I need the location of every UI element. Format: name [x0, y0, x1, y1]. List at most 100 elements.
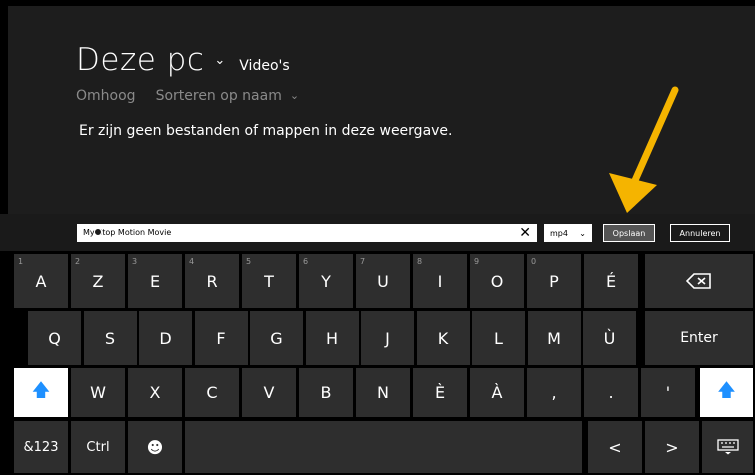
- key-row3[interactable]: ,: [527, 368, 581, 417]
- key-label: ': [665, 383, 671, 402]
- location-header: Deze pc ⌄ Video's: [76, 42, 290, 78]
- key-digit-hint: 3: [132, 257, 138, 266]
- key-row1[interactable]: 6Y: [299, 254, 353, 308]
- enter-key[interactable]: Enter: [645, 311, 753, 365]
- shift-right-key[interactable]: 🡅: [700, 368, 753, 417]
- key-row2[interactable]: G: [250, 311, 303, 365]
- key-row2[interactable]: M: [527, 311, 581, 365]
- key-row2[interactable]: H: [305, 311, 359, 365]
- key-row3[interactable]: X: [128, 368, 182, 417]
- key-row1[interactable]: 7U: [356, 254, 410, 308]
- key-label: E: [149, 271, 161, 291]
- key-label: V: [263, 383, 275, 402]
- key-row3[interactable]: V: [242, 368, 296, 417]
- key-row1[interactable]: 8I: [413, 254, 467, 308]
- key-row2[interactable]: J: [361, 311, 414, 365]
- right-arrow-key[interactable]: >: [645, 421, 699, 473]
- location-chevron-icon[interactable]: ⌄: [214, 53, 225, 68]
- key-row2[interactable]: F: [194, 311, 248, 365]
- space-key[interactable]: [185, 421, 582, 473]
- key-label: G: [270, 328, 283, 348]
- key-row2[interactable]: S: [83, 311, 137, 365]
- text-cursor-handle[interactable]: [94, 228, 102, 236]
- sort-chevron-icon[interactable]: ⌄: [290, 89, 299, 105]
- key-digit-hint: 4: [189, 257, 195, 266]
- key-label: À: [491, 383, 503, 402]
- key-row2[interactable]: L: [472, 311, 525, 365]
- cancel-button[interactable]: Annuleren: [670, 224, 730, 242]
- key-digit-hint: 7: [360, 257, 366, 266]
- key-row1[interactable]: 0P: [527, 254, 581, 308]
- key-digit-hint: 1: [18, 257, 24, 266]
- key-label: X: [149, 383, 161, 402]
- subfolder-link[interactable]: Video's: [239, 58, 289, 74]
- key-row2[interactable]: K: [416, 311, 470, 365]
- key-row3[interactable]: È: [413, 368, 467, 417]
- shift-arrow-icon: 🡅: [31, 379, 51, 401]
- key-row3[interactable]: C: [185, 368, 239, 417]
- backspace-key[interactable]: [645, 254, 753, 308]
- key-row2[interactable]: Q: [28, 311, 81, 365]
- key-row1[interactable]: 5T: [242, 254, 296, 308]
- key-label: O: [490, 271, 504, 291]
- filetype-select[interactable]: mp4 ⌄: [544, 224, 592, 242]
- key-label: H: [325, 328, 339, 348]
- key-row3[interactable]: B: [299, 368, 353, 417]
- key-label: ,: [551, 383, 557, 402]
- key-label: U: [377, 271, 389, 291]
- shift-arrow-icon: 🡅: [717, 379, 736, 401]
- key-label: D: [159, 328, 172, 348]
- key-label: É: [605, 271, 617, 291]
- key-digit-hint: 5: [246, 257, 252, 266]
- key-row1[interactable]: 1A: [14, 254, 68, 308]
- key-row3[interactable]: W: [71, 368, 125, 417]
- key-digit-hint: 0: [531, 257, 537, 266]
- key-digit-hint: 8: [417, 257, 423, 266]
- key-label: F: [216, 328, 226, 348]
- annotation-arrow: [609, 86, 679, 213]
- key-row2[interactable]: D: [139, 311, 192, 365]
- key-row3[interactable]: N: [356, 368, 410, 417]
- arrow-head: [609, 173, 657, 213]
- key-label: Ù: [603, 328, 616, 348]
- key-label: A: [35, 271, 47, 291]
- key-label: R: [206, 271, 218, 291]
- key-row1[interactable]: 4R: [185, 254, 239, 308]
- up-button[interactable]: Omhoog: [76, 88, 136, 104]
- left-arrow-key[interactable]: <: [588, 421, 642, 473]
- key-row3[interactable]: .: [584, 368, 638, 417]
- arrow-shaft: [629, 86, 679, 189]
- save-button[interactable]: Opslaan: [603, 224, 655, 242]
- key-row1[interactable]: 2Z: [71, 254, 125, 308]
- clear-icon[interactable]: ✕: [519, 225, 531, 241]
- keyboard-switch-key[interactable]: [702, 421, 753, 473]
- key-label: N: [377, 383, 389, 402]
- emoji-key[interactable]: ☻: [128, 421, 182, 473]
- key-row3[interactable]: ': [641, 368, 695, 417]
- key-row3[interactable]: À: [470, 368, 524, 417]
- key-label: S: [104, 328, 116, 348]
- filetype-chevron-icon: ⌄: [579, 228, 586, 238]
- key-row2[interactable]: Ù: [583, 311, 636, 365]
- key-row1[interactable]: 9O: [470, 254, 524, 308]
- backspace-icon: [686, 273, 711, 289]
- shift-left-key[interactable]: 🡅: [14, 368, 68, 417]
- key-label: P: [549, 271, 559, 291]
- key-label: L: [494, 328, 503, 348]
- key-label: T: [264, 271, 274, 291]
- sort-button[interactable]: Sorteren op naam: [156, 88, 282, 104]
- key-row1[interactable]: É: [584, 254, 638, 308]
- smiley-icon: ☻: [146, 437, 164, 457]
- ctrl-key[interactable]: Ctrl: [71, 421, 125, 473]
- key-label: J: [385, 328, 390, 348]
- numbers-key[interactable]: &123: [14, 421, 68, 473]
- filetype-value: mp4: [550, 228, 568, 238]
- key-label: M: [547, 328, 561, 348]
- filename-input[interactable]: My Stop Motion Movie ✕: [77, 224, 537, 242]
- key-label: I: [437, 271, 443, 291]
- keyboard-icon: [716, 439, 739, 455]
- key-row1[interactable]: 3E: [128, 254, 182, 308]
- location-title[interactable]: Deze pc: [76, 42, 204, 78]
- key-label: Q: [48, 328, 61, 348]
- key-label: W: [90, 383, 106, 402]
